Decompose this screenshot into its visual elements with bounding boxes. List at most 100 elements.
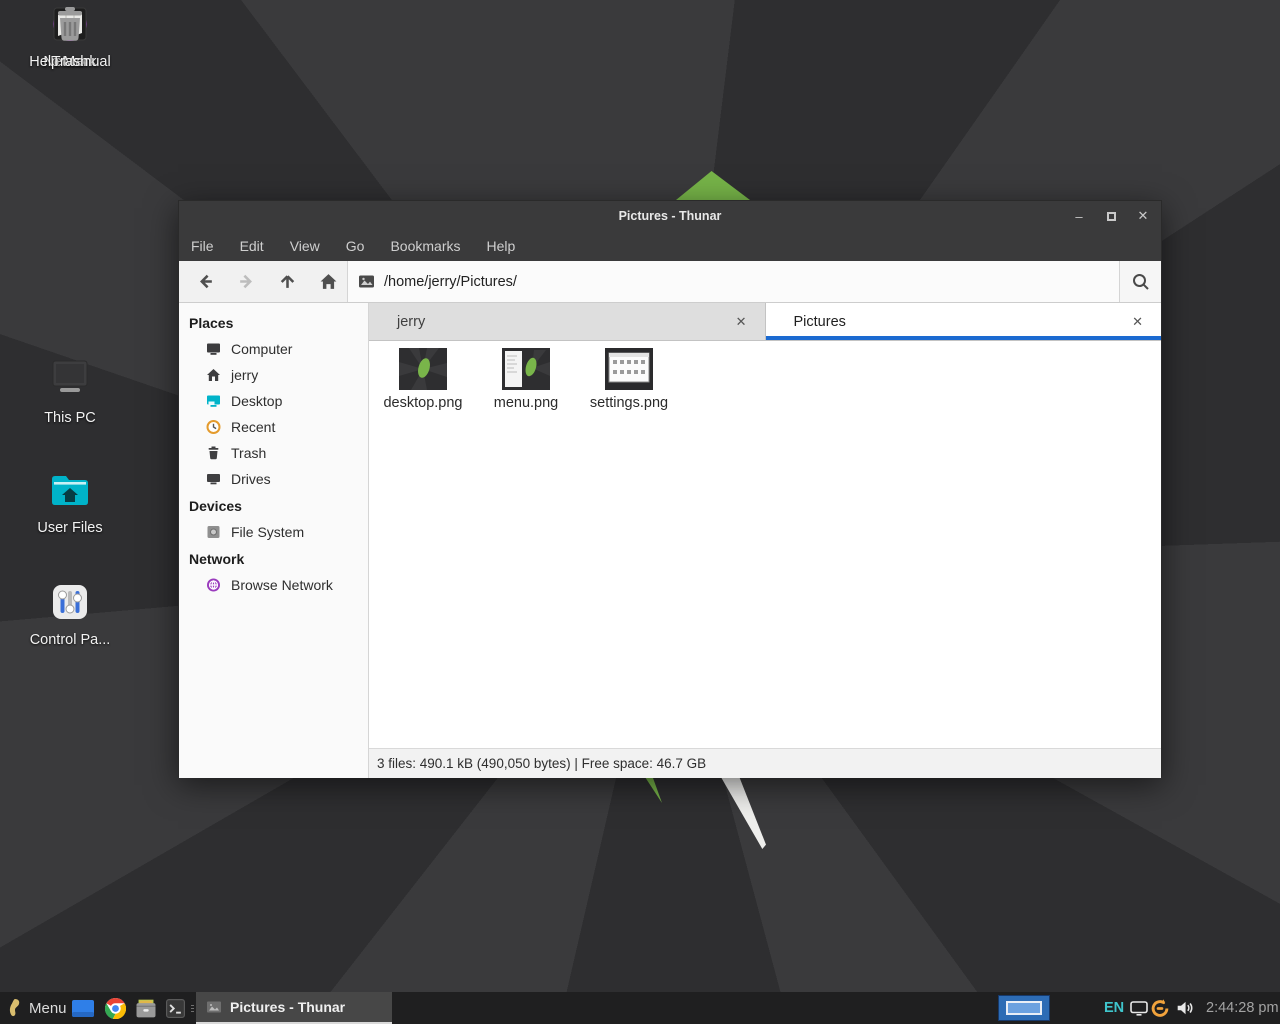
- up-icon: [278, 272, 297, 291]
- speaker-icon: [1176, 1000, 1194, 1016]
- file-manager-launcher[interactable]: [131, 992, 161, 1024]
- sidebar-item-label: jerry: [231, 367, 258, 383]
- search-button[interactable]: [1119, 261, 1161, 302]
- workspace-switcher[interactable]: [998, 995, 1050, 1021]
- keyboard-layout-label: EN: [1104, 1000, 1124, 1016]
- mint-logo-fragment-white: [720, 777, 766, 849]
- status-bar: 3 files: 490.1 kB (490,050 bytes) | Free…: [369, 748, 1161, 778]
- update-manager-tray-item[interactable]: [1150, 992, 1170, 1024]
- network-globe-icon: [205, 577, 222, 593]
- maximize-button[interactable]: [1103, 209, 1119, 224]
- show-desktop-button[interactable]: [68, 992, 98, 1024]
- sidebar-item-recent[interactable]: Recent: [179, 414, 368, 440]
- computer-icon: [205, 341, 222, 357]
- menu-button[interactable]: Menu: [4, 992, 71, 1024]
- menu-png-thumbnail: [502, 348, 550, 390]
- sidebar-header-network: Network: [179, 545, 368, 572]
- desktop-icon-label: This PC: [44, 410, 96, 426]
- menu-help[interactable]: Help: [487, 238, 516, 254]
- taskbar: Menu: [0, 992, 1280, 1024]
- file-menu-png[interactable]: menu.png: [476, 348, 576, 411]
- desktop-icon-this-pc[interactable]: This PC: [15, 356, 125, 426]
- clock-label: 2:44:28 pm: [1206, 1000, 1279, 1016]
- home-icon: [205, 367, 222, 383]
- sidebar: Places Computer jerry Desktop Recent Tra…: [179, 303, 369, 778]
- recent-clock-icon: [205, 419, 222, 435]
- sidebar-item-file-system[interactable]: File System: [179, 519, 368, 545]
- mint-logo-fragment-top: [676, 171, 750, 200]
- desktop-icon-label: Trash: [52, 54, 89, 70]
- desktop-icon-trash[interactable]: Trash: [15, 0, 125, 70]
- desktop-icon-control-panel[interactable]: Control Pa...: [15, 578, 125, 648]
- back-button[interactable]: [187, 265, 224, 299]
- forward-button[interactable]: [228, 265, 265, 299]
- chrome-icon: [105, 998, 126, 1019]
- file-view[interactable]: desktop.png menu.png: [369, 341, 1161, 748]
- sidebar-item-desktop[interactable]: Desktop: [179, 388, 368, 414]
- update-refresh-icon: [1150, 998, 1170, 1019]
- sidebar-item-browse-network[interactable]: Browse Network: [179, 572, 368, 598]
- file-desktop-png[interactable]: desktop.png: [373, 348, 473, 411]
- thunar-window: Pictures - Thunar – ✕ File Edit View Go …: [178, 200, 1162, 777]
- terminal-launcher[interactable]: [161, 992, 189, 1024]
- panel-handle[interactable]: [189, 992, 196, 1024]
- clock[interactable]: 2:44:28 pm: [1206, 992, 1279, 1024]
- menu-edit[interactable]: Edit: [240, 238, 264, 254]
- desktop-icon-user-files[interactable]: User Files: [15, 466, 125, 536]
- image-window-icon: [206, 1000, 222, 1014]
- workspace-1[interactable]: [1006, 1001, 1042, 1015]
- toolbar: /home/jerry/Pictures/: [179, 261, 1161, 303]
- close-button[interactable]: ✕: [1135, 208, 1151, 224]
- tab-close-icon[interactable]: ✕: [736, 314, 747, 330]
- desktop-icon-label: Control Pa...: [30, 632, 111, 648]
- sidebar-item-drives[interactable]: Drives: [179, 466, 368, 492]
- display-tray-item[interactable]: [1130, 992, 1148, 1024]
- home-icon: [319, 272, 338, 291]
- terminal-icon: [166, 999, 185, 1018]
- sidebar-item-trash[interactable]: Trash: [179, 440, 368, 466]
- sidebar-item-label: File System: [231, 524, 304, 540]
- display-icon: [1130, 1000, 1148, 1016]
- path-bar[interactable]: /home/jerry/Pictures/: [347, 261, 1119, 302]
- menu-bookmarks[interactable]: Bookmarks: [390, 238, 460, 254]
- volume-tray-item[interactable]: [1176, 992, 1194, 1024]
- chrome-launcher[interactable]: [100, 992, 130, 1024]
- file-name: settings.png: [590, 395, 668, 411]
- taskbar-window-button[interactable]: Pictures - Thunar: [196, 992, 392, 1024]
- image-location-icon: [358, 274, 375, 289]
- sidebar-header-devices: Devices: [179, 492, 368, 519]
- desktop-icon: [205, 393, 222, 409]
- home-folder-icon: [46, 466, 94, 514]
- window-title: Pictures - Thunar: [619, 209, 722, 223]
- sidebar-header-places: Places: [179, 309, 368, 336]
- mint-menu-icon: [8, 998, 21, 1018]
- home-button[interactable]: [310, 265, 347, 299]
- trash-icon: [46, 0, 94, 48]
- forward-icon: [237, 272, 256, 291]
- minimize-button[interactable]: –: [1071, 209, 1087, 224]
- back-icon: [196, 272, 215, 291]
- tab-close-icon[interactable]: ✕: [1132, 314, 1143, 330]
- tab-pictures[interactable]: Pictures ✕: [766, 303, 1162, 340]
- drives-icon: [205, 471, 222, 487]
- desktop-icon-label: User Files: [37, 520, 102, 536]
- window-titlebar[interactable]: Pictures - Thunar – ✕: [179, 201, 1161, 231]
- sidebar-item-label: Computer: [231, 341, 292, 357]
- tab-jerry[interactable]: jerry ✕: [369, 303, 766, 340]
- sidebar-item-label: Recent: [231, 419, 275, 435]
- menu-file[interactable]: File: [191, 238, 214, 254]
- menu-go[interactable]: Go: [346, 238, 365, 254]
- menu-view[interactable]: View: [290, 238, 320, 254]
- sidebar-item-home[interactable]: jerry: [179, 362, 368, 388]
- up-button[interactable]: [269, 265, 306, 299]
- search-icon: [1131, 272, 1151, 292]
- computer-icon: [46, 356, 94, 404]
- file-settings-png[interactable]: settings.png: [579, 348, 679, 411]
- keyboard-layout-indicator[interactable]: EN: [1104, 992, 1124, 1024]
- menubar: File Edit View Go Bookmarks Help: [179, 231, 1161, 261]
- tab-label: jerry: [397, 314, 425, 330]
- sidebar-item-label: Browse Network: [231, 577, 333, 593]
- sliders-icon: [46, 578, 94, 626]
- taskbar-window-label: Pictures - Thunar: [230, 999, 345, 1015]
- sidebar-item-computer[interactable]: Computer: [179, 336, 368, 362]
